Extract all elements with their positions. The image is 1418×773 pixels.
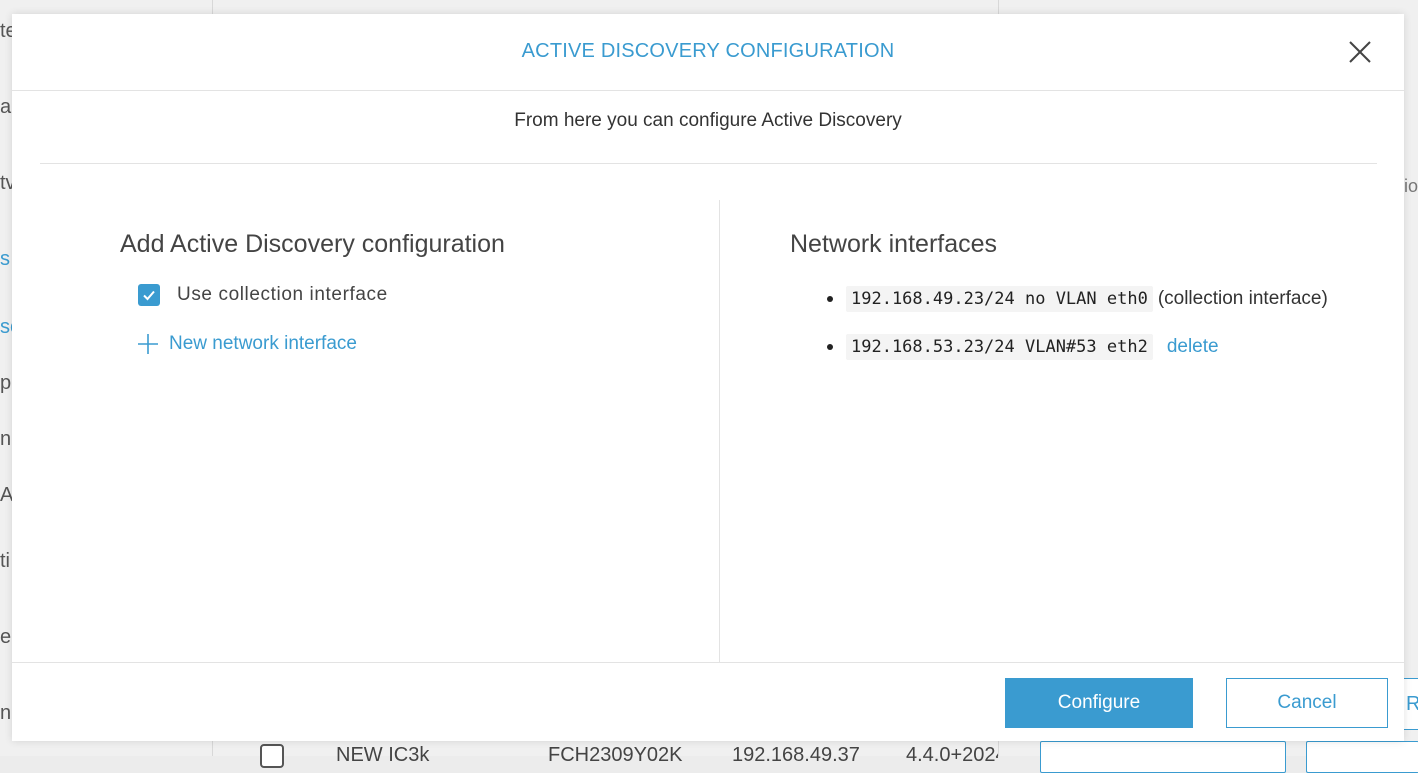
network-interfaces-list: 192.168.49.23/24 no VLAN eth0 (collectio… xyxy=(827,284,1328,362)
background-sidebar-text: s xyxy=(0,248,10,270)
divider xyxy=(40,163,1377,164)
new-network-interface-label: New network interface xyxy=(169,333,357,354)
check-icon xyxy=(143,290,155,301)
bullet-icon xyxy=(827,344,833,350)
background-sidebar-text: p xyxy=(0,372,12,394)
modal-header: ACTIVE DISCOVERY CONFIGURATION xyxy=(12,14,1404,91)
background-right-text: io xyxy=(1403,176,1418,196)
modal-title: ACTIVE DISCOVERY CONFIGURATION xyxy=(521,40,895,62)
configure-button[interactable]: Configure xyxy=(1005,678,1193,728)
use-collection-interface-label: Use collection interface xyxy=(177,284,388,305)
use-collection-interface-row[interactable]: Use collection interface xyxy=(138,282,388,308)
background-row-checkbox[interactable] xyxy=(260,744,284,768)
background-sidebar-text: a xyxy=(0,96,12,118)
modal-footer: Configure Cancel xyxy=(12,662,1404,742)
bullet-icon xyxy=(827,296,833,302)
list-item: 192.168.53.23/24 VLAN#53 eth2 delete xyxy=(827,332,1328,362)
interface-address: 192.168.53.23/24 VLAN#53 eth2 xyxy=(846,334,1153,360)
interface-address: 192.168.49.23/24 no VLAN eth0 xyxy=(846,286,1153,312)
close-icon xyxy=(1349,41,1371,63)
interface-note: (collection interface) xyxy=(1157,288,1328,309)
background-row-button[interactable] xyxy=(1040,741,1286,773)
new-network-interface-link[interactable]: New network interface xyxy=(136,332,357,356)
use-collection-interface-checkbox[interactable] xyxy=(138,284,160,306)
column-divider xyxy=(719,200,720,662)
close-button[interactable] xyxy=(1346,38,1374,66)
modal-subtitle: From here you can configure Active Disco… xyxy=(514,110,902,131)
cancel-button[interactable]: Cancel xyxy=(1226,678,1388,728)
add-config-heading: Add Active Discovery configuration xyxy=(120,230,505,258)
plus-icon xyxy=(138,334,158,354)
background-sidebar-text: ti xyxy=(0,550,10,572)
background-sidebar-text: n xyxy=(0,702,12,724)
network-interfaces-heading: Network interfaces xyxy=(790,230,998,258)
delete-interface-link[interactable]: delete xyxy=(1167,336,1219,358)
active-discovery-modal: ACTIVE DISCOVERY CONFIGURATION From here… xyxy=(12,14,1404,741)
background-row-button[interactable] xyxy=(1306,741,1418,773)
list-item: 192.168.49.23/24 no VLAN eth0 (collectio… xyxy=(827,284,1328,314)
